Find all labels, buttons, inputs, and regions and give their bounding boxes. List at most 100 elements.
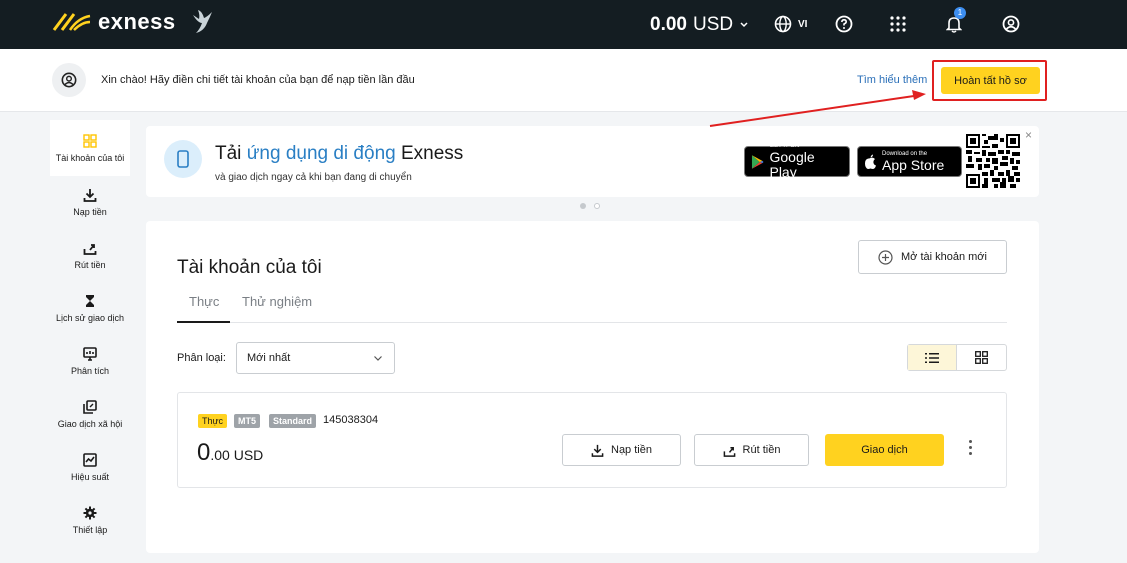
sidebar-item-social-trading[interactable]: Giao dịch xã hội — [50, 388, 130, 441]
platform-badge: MT5 — [234, 414, 260, 428]
carousel-dot[interactable] — [594, 203, 600, 209]
phone-icon — [164, 140, 202, 178]
avatar — [52, 63, 86, 97]
exness-logo[interactable]: exness — [52, 9, 214, 35]
open-new-account-label: Mở tài khoản mới — [901, 251, 987, 263]
my-accounts-card: Tài khoản của tôi Mở tài khoản mới Thực … — [146, 221, 1039, 553]
brand-name: exness — [98, 9, 176, 34]
gear-icon — [83, 506, 97, 520]
top-navbar: exness 0.00 USD VI 1 — [0, 0, 1127, 49]
account-row: Thực MT5 Standard 145038304 0.00 USD Nạp… — [177, 392, 1007, 488]
notification-count-badge: 1 — [954, 7, 966, 19]
sidebar-item-my-accounts[interactable]: Tài khoản của tôi — [50, 120, 130, 176]
sidebar-item-performance[interactable]: Hiệu suất — [50, 441, 130, 494]
apps-button[interactable] — [890, 13, 906, 35]
sort-select-value: Mới nhất — [247, 352, 291, 364]
google-play-button[interactable]: GET IT ON Google Play — [744, 143, 850, 180]
download-icon — [591, 444, 604, 457]
account-class-badge: Standard — [269, 414, 317, 428]
complete-profile-button[interactable]: Hoàn tất hồ sơ — [941, 67, 1040, 94]
profile-button[interactable] — [1002, 13, 1020, 35]
qr-code-icon — [966, 134, 1020, 188]
google-play-big-text: Google Play — [769, 149, 815, 180]
user-icon — [61, 72, 77, 88]
greeting-message: Xin chào! Hãy điền chi tiết tài khoản củ… — [101, 74, 415, 86]
mobile-app-banner: Tải ứng dụng di động Exness và giao dịch… — [146, 126, 1039, 197]
list-icon — [925, 352, 939, 363]
balance-amount: 0.00 — [650, 14, 687, 35]
page-title: Tài khoản của tôi — [177, 257, 322, 278]
carousel-dots — [580, 203, 600, 209]
tab-real[interactable]: Thực — [189, 294, 219, 309]
account-balance-integer: 0 — [197, 439, 211, 466]
sidebar-item-label: Lịch sử giao dịch — [55, 313, 125, 323]
performance-icon — [83, 453, 97, 467]
apple-icon — [865, 154, 876, 169]
chevron-down-icon — [740, 22, 748, 28]
balance-dropdown[interactable]: 0.00 USD — [650, 14, 749, 36]
sidebar-item-settings[interactable]: Thiết lập — [50, 494, 130, 547]
grid-icon — [83, 133, 97, 148]
app-store-button[interactable]: Download on the App Store — [857, 146, 962, 177]
list-view-button[interactable] — [908, 345, 958, 370]
globe-icon — [774, 15, 792, 33]
upload-icon — [83, 244, 97, 255]
learn-more-link[interactable]: Tìm hiểu thêm — [857, 74, 927, 86]
apps-grid-icon — [890, 16, 906, 32]
sort-select[interactable]: Mới nhất — [236, 342, 395, 374]
sidebar-item-withdraw[interactable]: Rút tiền — [50, 229, 130, 282]
open-new-account-button[interactable]: Mở tài khoản mới — [858, 240, 1007, 274]
carousel-dot-active[interactable] — [580, 203, 586, 209]
sidebar-item-analytics[interactable]: Phân tích — [50, 335, 130, 388]
view-mode-toggle — [907, 344, 1007, 371]
plus-circle-icon — [878, 249, 893, 265]
app-store-big-text: App Store — [882, 156, 945, 173]
account-number: 145038304 — [323, 414, 379, 426]
account-type-badge: Thực — [198, 414, 228, 428]
social-trading-icon — [83, 400, 97, 414]
sidebar-item-label: Phân tích — [70, 366, 110, 376]
deposit-label: Nạp tiền — [611, 444, 652, 456]
sidebar-item-label: Hiệu suất — [70, 472, 110, 482]
banner-subtitle: và giao dịch ngay cả khi bạn đang di chu… — [215, 172, 412, 183]
google-play-icon — [751, 154, 764, 169]
sidebar-item-label: Nạp tiền — [73, 207, 107, 217]
sidebar-item-history[interactable]: Lịch sử giao dịch — [50, 282, 130, 335]
analytics-icon — [83, 347, 97, 361]
account-balance-decimal: .00 USD — [210, 447, 264, 463]
upload-icon — [723, 446, 735, 457]
notifications-button[interactable]: 1 — [946, 7, 966, 35]
help-icon — [835, 15, 853, 33]
grid-view-button[interactable] — [957, 345, 1006, 370]
sidebar-item-label: Rút tiền — [74, 260, 106, 270]
active-tab-indicator — [177, 321, 230, 323]
language-selector[interactable]: VI — [774, 13, 807, 35]
chevron-down-icon — [374, 356, 382, 361]
withdraw-label: Rút tiền — [742, 444, 781, 456]
banner-title-suffix: Exness — [395, 143, 464, 164]
sidebar: Tài khoản của tôi Nạp tiền Rút tiền Lịch… — [50, 120, 130, 547]
profile-completion-bar: Xin chào! Hãy điền chi tiết tài khoản củ… — [0, 49, 1127, 112]
dove-icon — [192, 10, 212, 33]
exness-logo-mark-icon — [52, 13, 91, 31]
account-type-tabs: Thực Thử nghiệm — [177, 293, 1007, 323]
deposit-button[interactable]: Nạp tiền — [562, 434, 681, 466]
user-icon — [1002, 15, 1020, 33]
sidebar-item-label: Thiết lập — [72, 525, 108, 535]
sidebar-item-label: Giao dịch xã hội — [57, 419, 123, 429]
banner-title: Tải ứng dụng di động Exness — [215, 143, 463, 165]
help-button[interactable] — [835, 13, 853, 35]
hourglass-icon — [86, 295, 94, 307]
banner-title-highlight: ứng dụng di động — [246, 143, 396, 164]
sidebar-item-deposit[interactable]: Nạp tiền — [50, 176, 130, 229]
tab-demo[interactable]: Thử nghiệm — [242, 294, 312, 309]
withdraw-button[interactable]: Rút tiền — [694, 434, 809, 466]
sort-label: Phân loại: — [177, 352, 226, 364]
banner-title-prefix: Tải — [215, 143, 247, 164]
account-balance: 0.00 USD — [197, 439, 263, 467]
grid-icon — [975, 351, 988, 364]
trade-button[interactable]: Giao dịch — [825, 434, 944, 466]
banner-close-button[interactable]: × — [1025, 128, 1032, 142]
sidebar-item-label: Tài khoản của tôi — [55, 152, 125, 163]
more-options-icon[interactable] — [969, 440, 972, 455]
